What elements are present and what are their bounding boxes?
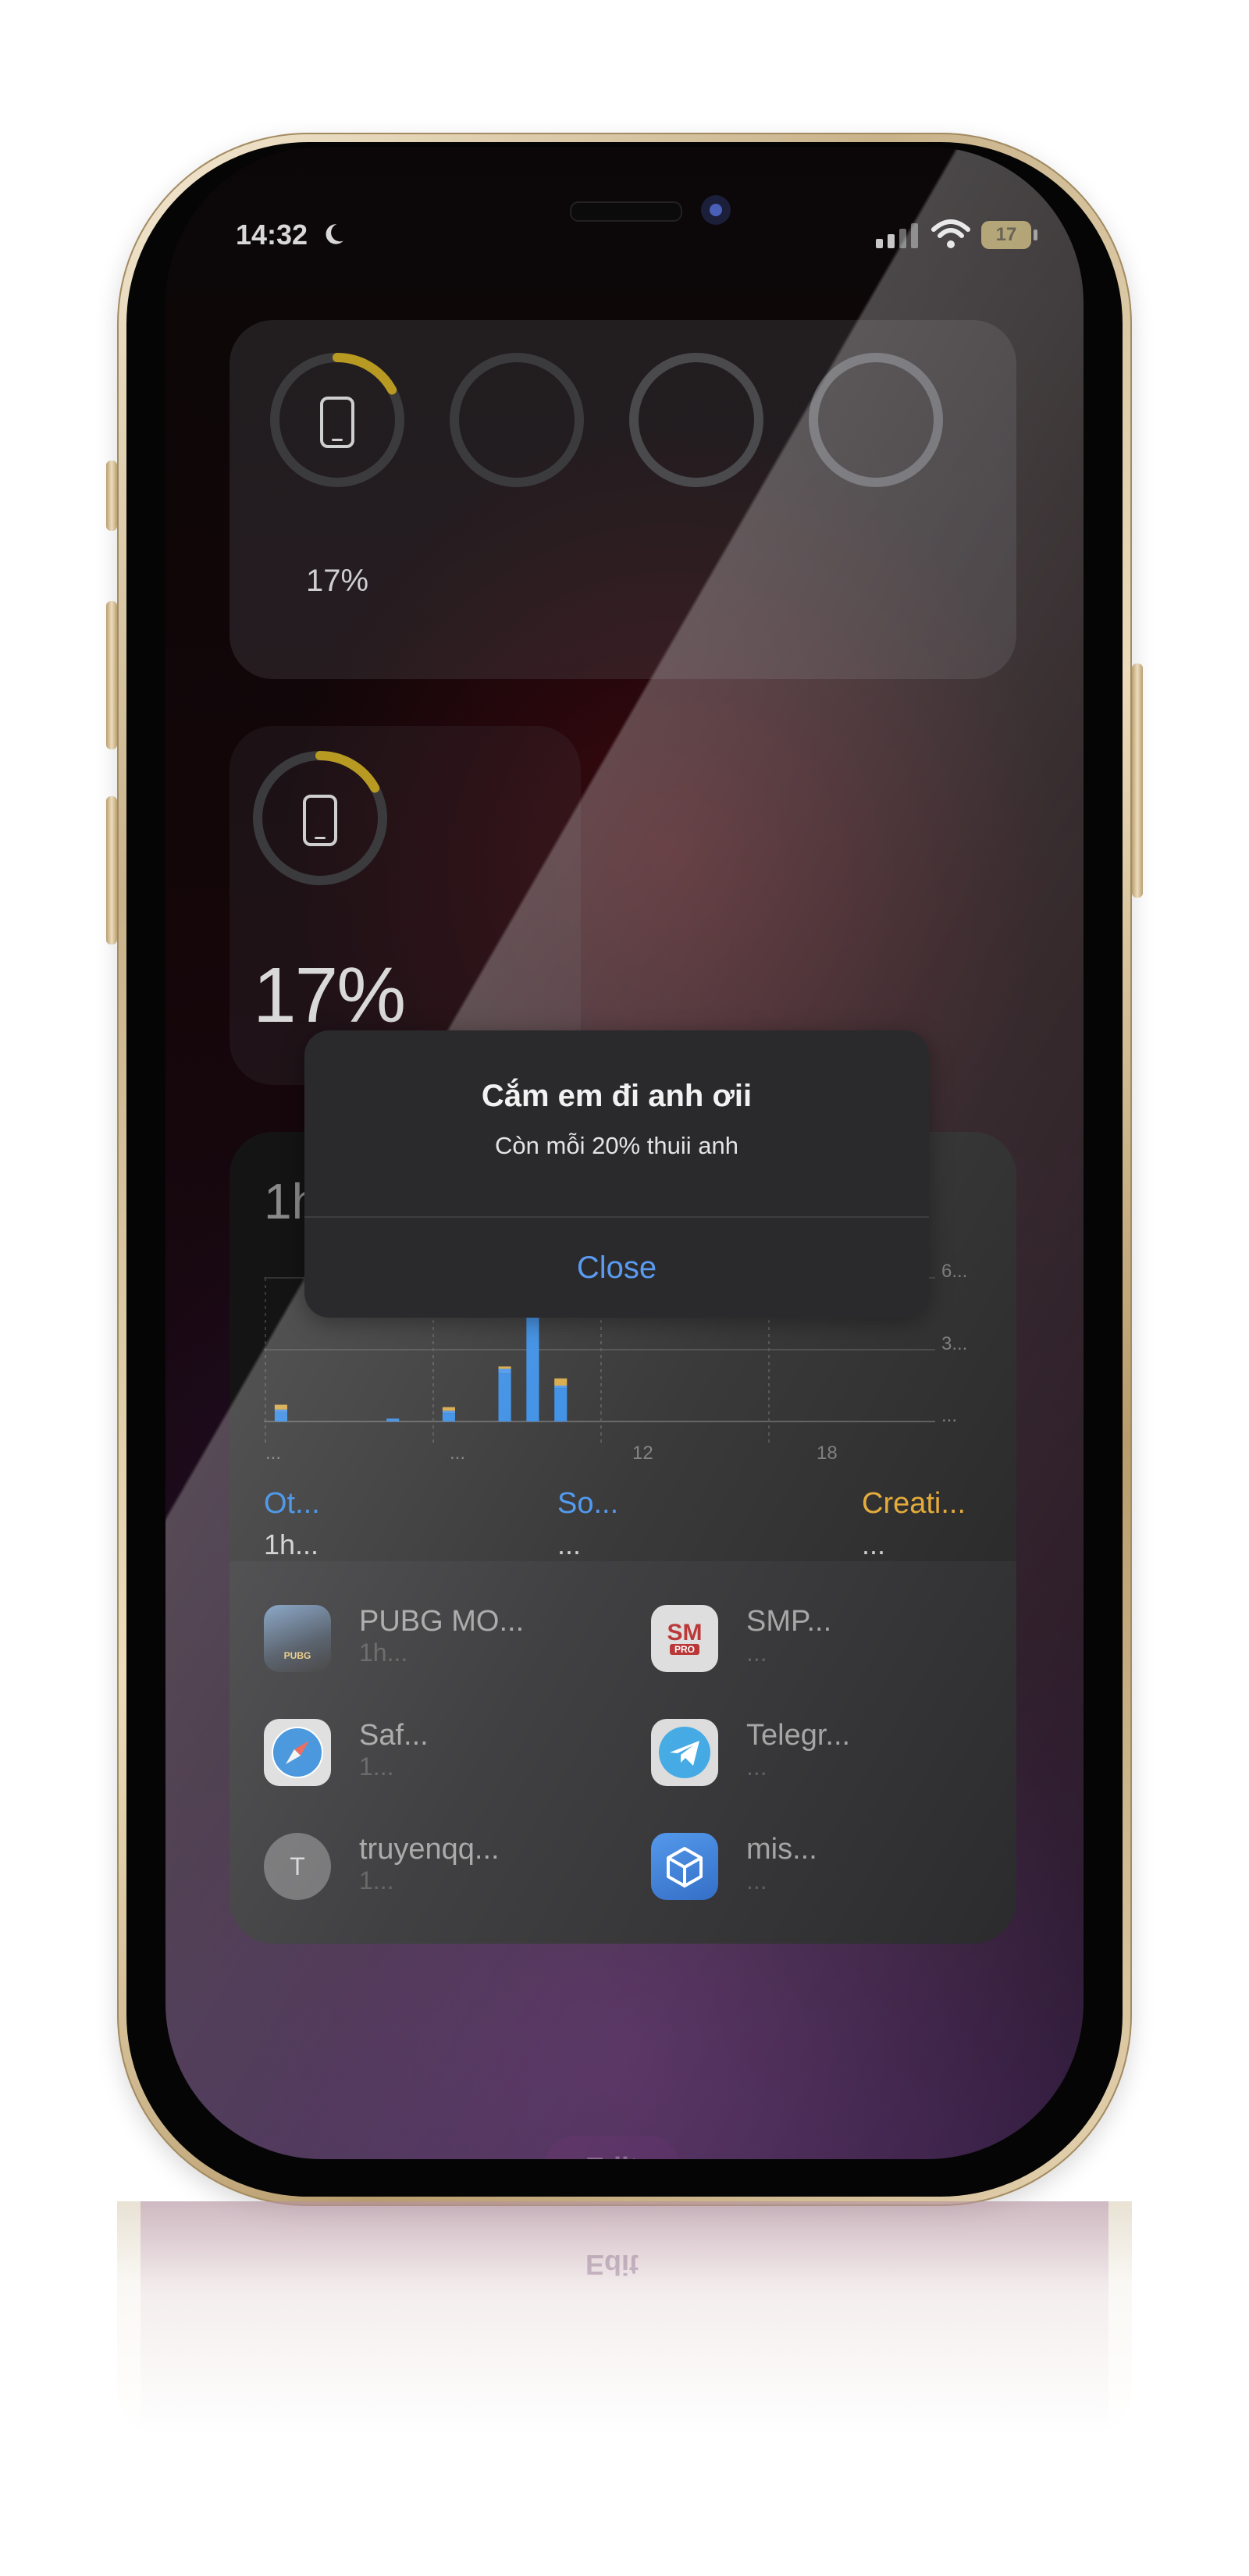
alert-close-button[interactable]: Close: [304, 1218, 929, 1318]
alert-title: Cắm em đi anh ơii: [481, 1079, 753, 1113]
y-tick-mid: 3...: [941, 1333, 968, 1354]
phone-reflection: Edit: [117, 2201, 1132, 2435]
chart-bar-segment: [498, 1373, 511, 1421]
edit-button[interactable]: Edit: [544, 2136, 680, 2159]
paper-plane-icon: [659, 1727, 710, 1778]
app-name: Telegr...: [746, 1719, 851, 1752]
app-time: ...: [746, 1638, 767, 1667]
device-battery-percent: 17%: [305, 564, 369, 598]
batteries-widget[interactable]: 17%: [230, 320, 1016, 679]
category-creativity-value: ...: [862, 1528, 886, 1560]
alert-message: Còn mỗi 20% thuii anh: [495, 1132, 738, 1159]
pubg-icon-text: PUBG: [283, 1650, 311, 1661]
iphone-icon: [320, 397, 354, 448]
app-row-safari[interactable]: Saf... 1...: [264, 1719, 429, 1786]
battery-cap: [1034, 229, 1037, 240]
app-name: mis...: [746, 1833, 817, 1866]
x-tick-18: 18: [817, 1443, 838, 1464]
pubg-app-icon: PUBG: [264, 1605, 331, 1672]
front-camera: [701, 195, 731, 225]
app-row-mis[interactable]: mis... ...: [651, 1833, 817, 1900]
category-social-value: ...: [557, 1528, 582, 1560]
speaker-grille: [570, 201, 682, 222]
chart-bar-segment: [498, 1366, 511, 1369]
volume-up-button: [106, 601, 117, 749]
x-tick-0: ...: [265, 1443, 282, 1464]
chart-bar-segment: [274, 1409, 287, 1412]
x-tick-12: 12: [632, 1443, 653, 1464]
safari-app-icon: [264, 1719, 331, 1786]
smp-app-icon: SM PRO: [651, 1605, 718, 1672]
chart-bar-segment: [526, 1301, 539, 1421]
chart-bar-segment: [554, 1386, 568, 1389]
battery-indicator: 17: [981, 221, 1031, 249]
app-time: 1...: [359, 1866, 394, 1895]
truyenqq-avatar: T: [264, 1833, 331, 1900]
category-creativity-label: Creati...: [862, 1487, 966, 1520]
low-battery-alert: Cắm em đi anh ơii Còn mỗi 20% thuii anh …: [304, 1030, 929, 1318]
app-name: truyenqq...: [359, 1833, 500, 1866]
mis-app-icon: [651, 1833, 718, 1900]
wifi-icon: [931, 219, 970, 248]
chart-bar-segment: [442, 1411, 455, 1414]
app-time: 1h...: [359, 1638, 408, 1667]
action-button: [106, 461, 117, 531]
box-icon: [667, 1847, 703, 1888]
reflection-screen: [141, 2201, 1108, 2435]
smp-icon-sub: PRO: [669, 1644, 699, 1655]
empty-battery-ring-3: [629, 353, 763, 487]
app-time: ...: [746, 1752, 767, 1781]
chart-bar-segment: [442, 1407, 455, 1411]
app-row-telegram[interactable]: Telegr... ...: [651, 1719, 850, 1786]
reflection-edit-text: Edit: [585, 2249, 639, 2281]
app-time: 1...: [359, 1752, 394, 1781]
iphone-icon: [303, 795, 337, 846]
category-other-value: 1h...: [264, 1528, 319, 1560]
app-row-truyenqq[interactable]: T truyenqq... 1...: [264, 1833, 500, 1900]
category-social-label: So...: [557, 1487, 619, 1520]
compass-icon: [272, 1727, 323, 1778]
empty-battery-ring-2: [450, 353, 584, 487]
chart-bar-segment: [554, 1378, 568, 1386]
empty-battery-ring-4: [809, 353, 943, 487]
app-name: Saf...: [359, 1719, 429, 1752]
battery-percent-large: 17%: [253, 952, 406, 1039]
app-row-pubg[interactable]: PUBG PUBG MO... 1h...: [264, 1605, 524, 1672]
app-name: SMP...: [746, 1605, 832, 1638]
volume-down-button: [106, 796, 117, 945]
app-usage-list: PUBG PUBG MO... 1h... SM PRO SMP... ...: [230, 1561, 1016, 1944]
chart-bar-segment: [554, 1388, 568, 1421]
x-tick-6: ...: [450, 1443, 466, 1464]
chart-bar-segment: [386, 1418, 400, 1421]
power-button: [1132, 664, 1143, 898]
y-tick-top: 6...: [941, 1261, 968, 1282]
app-name: PUBG MO...: [359, 1605, 525, 1638]
chart-bar-segment: [274, 1404, 287, 1410]
status-time: 14:32: [236, 219, 347, 251]
moon-icon: [326, 224, 343, 244]
telegram-app-icon: [651, 1719, 718, 1786]
app-row-smp[interactable]: SM PRO SMP... ...: [651, 1605, 831, 1672]
signal-icon: [876, 223, 918, 248]
chart-bar-segment: [274, 1411, 287, 1421]
chart-bar-segment: [498, 1368, 511, 1374]
app-time: ...: [746, 1866, 767, 1895]
y-tick-bottom: ...: [941, 1405, 958, 1426]
smp-icon-text: SM: [667, 1620, 703, 1646]
chart-bar-segment: [442, 1413, 455, 1421]
category-other-label: Ot...: [264, 1487, 320, 1520]
